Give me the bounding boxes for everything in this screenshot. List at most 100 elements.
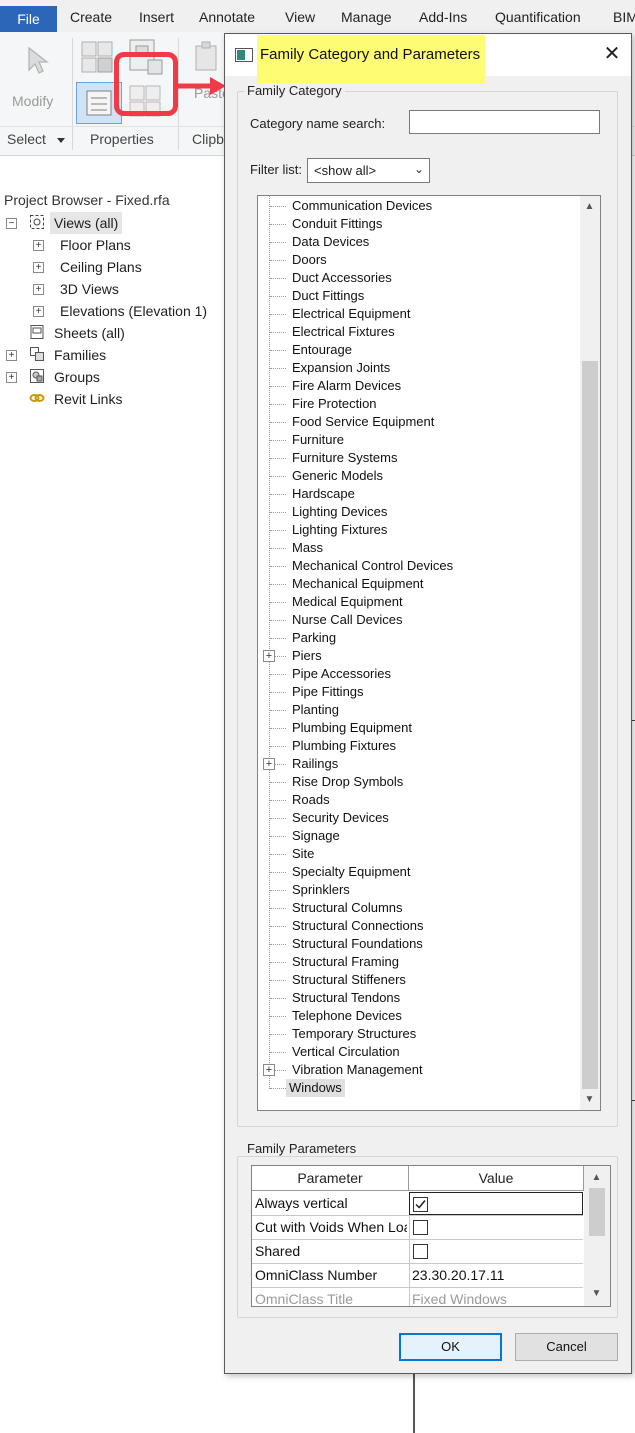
expand-families-toggle[interactable]: + — [6, 350, 17, 361]
category-item[interactable]: Structural Connections — [289, 917, 427, 935]
expand-floor-plans-toggle[interactable]: + — [33, 240, 44, 251]
category-item[interactable]: Pipe Fittings — [289, 683, 367, 701]
parameter-row[interactable]: Shared — [252, 1240, 583, 1264]
filter-list-dropdown[interactable]: <show all> ⌄ — [307, 158, 430, 183]
category-item[interactable]: Duct Fittings — [289, 287, 367, 305]
category-item[interactable]: Telephone Devices — [289, 1007, 405, 1025]
tree-item-families[interactable]: Families — [54, 344, 106, 366]
ok-button[interactable]: OK — [399, 1333, 502, 1361]
category-item[interactable]: Furniture Systems — [289, 449, 400, 467]
expand-category-toggle[interactable]: + — [263, 650, 275, 662]
select-dropdown-icon[interactable] — [56, 137, 66, 145]
category-item[interactable]: Data Devices — [289, 233, 372, 251]
expand-groups-toggle[interactable]: + — [6, 372, 17, 383]
category-item[interactable]: Structural Framing — [289, 953, 402, 971]
expand-category-toggle[interactable]: + — [263, 1064, 275, 1076]
category-item[interactable]: Rise Drop Symbols — [289, 773, 406, 791]
category-item[interactable]: Specialty Equipment — [289, 863, 414, 881]
category-item[interactable]: Food Service Equipment — [289, 413, 437, 431]
category-item[interactable]: Electrical Fixtures — [289, 323, 398, 341]
parameter-checkbox-cell[interactable] — [409, 1192, 583, 1215]
tree-item-groups[interactable]: Groups — [54, 366, 100, 388]
category-item[interactable]: Parking — [289, 629, 339, 647]
menu-quantification[interactable]: Quantification — [495, 9, 581, 25]
checked-checkbox-icon[interactable] — [413, 1197, 428, 1212]
paste-icon[interactable] — [192, 40, 222, 74]
category-item[interactable]: Entourage — [289, 341, 355, 359]
parameter-value[interactable]: 23.30.20.17.11 — [409, 1264, 583, 1287]
checkbox-icon[interactable] — [413, 1244, 428, 1259]
category-search-input[interactable] — [409, 110, 600, 134]
parameter-row[interactable]: OmniClass Title Fixed Windows — [252, 1288, 583, 1306]
tree-item-3d-views[interactable]: 3D Views — [60, 278, 119, 300]
parameter-value[interactable]: Fixed Windows — [409, 1288, 583, 1306]
category-item[interactable]: Lighting Devices — [289, 503, 390, 521]
tree-item-elevations[interactable]: Elevations (Elevation 1) — [60, 300, 207, 322]
category-item[interactable]: Piers — [289, 647, 325, 665]
tree-item-views-all[interactable]: Views (all) — [50, 212, 123, 234]
checkbox-icon[interactable] — [413, 1220, 428, 1235]
modify-button[interactable]: Modify — [6, 40, 66, 120]
category-item[interactable]: Mechanical Control Devices — [289, 557, 456, 575]
expand-3d-views-toggle[interactable]: + — [33, 284, 44, 295]
parameter-checkbox-cell[interactable] — [409, 1240, 583, 1263]
category-item[interactable]: Sprinklers — [289, 881, 353, 899]
category-item[interactable]: Duct Accessories — [289, 269, 395, 287]
file-tab[interactable]: File — [0, 6, 57, 32]
close-icon[interactable]: ✕ — [601, 43, 623, 65]
menu-manage[interactable]: Manage — [341, 9, 392, 25]
column-header-value[interactable]: Value — [409, 1166, 584, 1191]
tree-item-revit-links[interactable]: Revit Links — [54, 388, 122, 410]
dialog-titlebar[interactable]: Family Category and Parameters ✕ — [225, 34, 631, 83]
select-panel-label[interactable]: Select — [7, 131, 46, 147]
scroll-up-icon[interactable]: ▲ — [581, 198, 598, 215]
expand-category-toggle[interactable]: + — [263, 758, 275, 770]
category-item[interactable]: Plumbing Equipment — [289, 719, 415, 737]
tree-item-ceiling-plans[interactable]: Ceiling Plans — [60, 256, 142, 278]
category-item[interactable]: Railings — [289, 755, 341, 773]
parameter-row[interactable]: Always vertical — [252, 1192, 583, 1216]
category-item[interactable]: Communication Devices — [289, 197, 435, 215]
scroll-down-icon[interactable]: ▼ — [581, 1091, 598, 1108]
category-item[interactable]: Mechanical Equipment — [289, 575, 427, 593]
menu-insert[interactable]: Insert — [139, 9, 174, 25]
scroll-down-icon[interactable]: ▼ — [588, 1285, 605, 1302]
category-item[interactable]: Vibration Management — [289, 1061, 426, 1079]
category-item[interactable]: Fire Protection — [289, 395, 380, 413]
category-item[interactable]: Nurse Call Devices — [289, 611, 406, 629]
category-item[interactable]: Structural Tendons — [289, 989, 403, 1007]
category-item[interactable]: Generic Models — [289, 467, 386, 485]
type-properties-icon[interactable] — [78, 38, 118, 78]
category-item[interactable]: Hardscape — [289, 485, 358, 503]
parameters-scrollbar[interactable]: ▲ ▼ — [584, 1166, 610, 1306]
category-item[interactable]: Plumbing Fixtures — [289, 737, 399, 755]
menu-add-ins[interactable]: Add-Ins — [419, 9, 467, 25]
category-scrollbar[interactable]: ▲ ▼ — [580, 196, 600, 1110]
category-item[interactable]: Doors — [289, 251, 330, 269]
category-item[interactable]: Signage — [289, 827, 343, 845]
category-item[interactable]: Structural Columns — [289, 899, 406, 917]
category-item[interactable]: Structural Foundations — [289, 935, 426, 953]
menu-bim[interactable]: BIM — [613, 9, 635, 25]
parameter-row[interactable]: OmniClass Number 23.30.20.17.11 — [252, 1264, 583, 1288]
menu-view[interactable]: View — [285, 9, 315, 25]
menu-annotate[interactable]: Annotate — [199, 9, 255, 25]
parameter-checkbox-cell[interactable] — [409, 1216, 583, 1239]
scroll-thumb[interactable] — [589, 1188, 605, 1236]
expand-ceiling-plans-toggle[interactable]: + — [33, 262, 44, 273]
category-item[interactable]: Mass — [289, 539, 326, 557]
category-item[interactable]: Roads — [289, 791, 333, 809]
category-item[interactable]: Site — [289, 845, 317, 863]
cancel-button[interactable]: Cancel — [515, 1333, 618, 1361]
column-header-parameter[interactable]: Parameter — [252, 1166, 409, 1191]
parameter-row[interactable]: Cut with Voids When Loaded — [252, 1216, 583, 1240]
category-item[interactable]: Windows — [286, 1079, 345, 1097]
category-item[interactable]: Furniture — [289, 431, 347, 449]
category-item[interactable]: Medical Equipment — [289, 593, 406, 611]
category-item[interactable]: Temporary Structures — [289, 1025, 419, 1043]
category-item[interactable]: Lighting Fixtures — [289, 521, 390, 539]
category-item[interactable]: Structural Stiffeners — [289, 971, 409, 989]
category-item[interactable]: Expansion Joints — [289, 359, 393, 377]
category-item[interactable]: Planting — [289, 701, 342, 719]
category-tree[interactable]: Communication Devices Conduit Fittings Dat… — [257, 195, 601, 1111]
